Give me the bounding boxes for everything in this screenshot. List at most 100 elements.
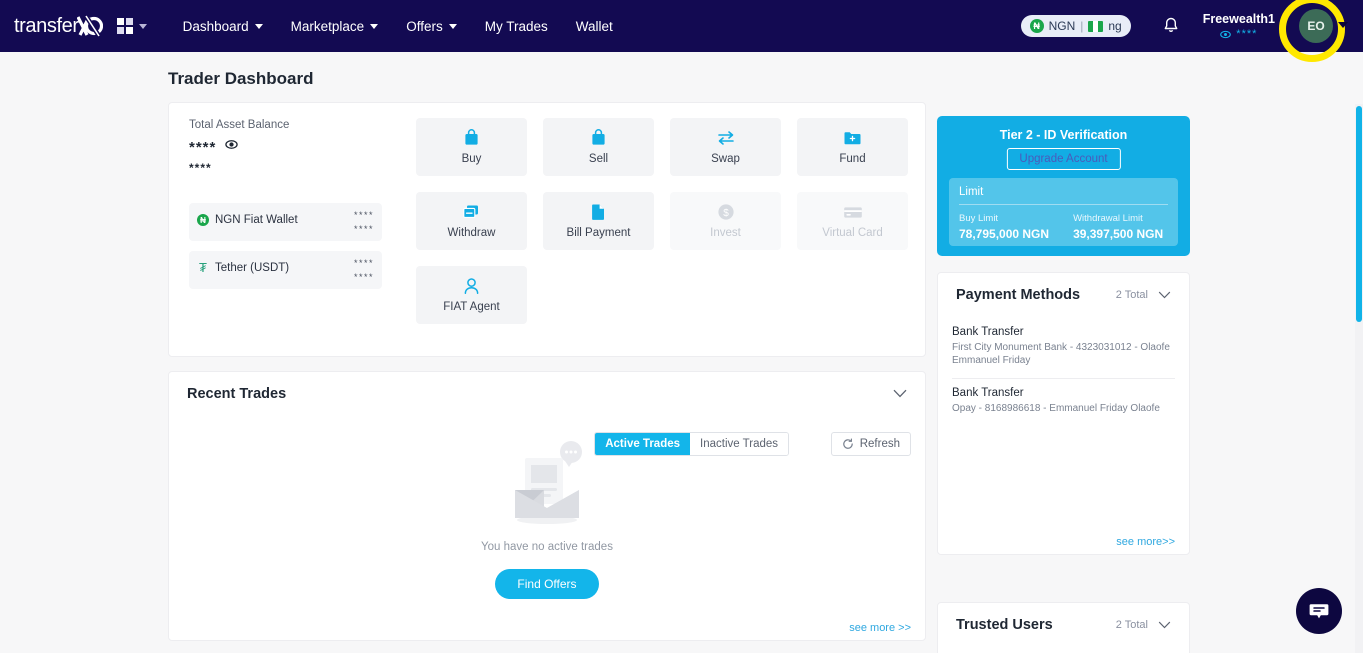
shopping-bag-icon bbox=[463, 129, 480, 147]
limit-box: Limit Buy Limit 78,795,000 NGN Withdrawa… bbox=[949, 178, 1178, 246]
nav-item-dashboard[interactable]: Dashboard bbox=[169, 13, 277, 40]
action-invest: $ Invest bbox=[670, 192, 781, 250]
action-bill-payment[interactable]: Bill Payment bbox=[543, 192, 654, 250]
chevron-down-icon[interactable] bbox=[893, 385, 907, 403]
wallet-sub-masked: **** bbox=[353, 224, 374, 234]
count-and-chevron: 2 Total bbox=[1116, 616, 1171, 634]
empty-state-text: You have no active trades bbox=[481, 541, 613, 553]
find-offers-button[interactable]: Find Offers bbox=[495, 569, 599, 599]
page-scrollbar-thumb[interactable] bbox=[1356, 106, 1362, 322]
chevron-down-icon bbox=[448, 23, 457, 29]
action-fiat-agent[interactable]: FIAT Agent bbox=[416, 266, 527, 324]
user-balance-masked: **** bbox=[1236, 28, 1258, 40]
divider bbox=[952, 378, 1175, 379]
grid-apps-icon bbox=[116, 18, 133, 34]
wallet-amount-masked: **** bbox=[353, 210, 374, 220]
eye-icon bbox=[1220, 30, 1232, 38]
top-navbar: transfer Dashboard Marketplace Offers My… bbox=[0, 0, 1363, 62]
buy-limit-value: 78,795,000 NGN bbox=[959, 227, 1050, 241]
action-buy[interactable]: Buy bbox=[416, 118, 527, 176]
user-icon bbox=[463, 277, 480, 295]
wallet-amounts: **** **** bbox=[354, 256, 374, 284]
currency-selector[interactable]: ₦ NGN | ng bbox=[1020, 15, 1131, 37]
wallet-row-usdt[interactable]: ₮ Tether (USDT) **** **** bbox=[189, 251, 382, 289]
total-asset-balance-row: **** bbox=[189, 138, 239, 156]
naira-coin-icon: ₦ bbox=[1029, 19, 1044, 33]
avatar[interactable]: EO bbox=[1299, 9, 1333, 43]
brand-logo[interactable]: transfer bbox=[14, 15, 103, 38]
withdraw-cards-icon bbox=[462, 203, 481, 221]
action-fund[interactable]: Fund bbox=[797, 118, 908, 176]
action-sell[interactable]: Sell bbox=[543, 118, 654, 176]
trusted-users-count: 2 Total bbox=[1115, 619, 1148, 631]
balance-and-actions-card: Total Asset Balance **** **** ₦ NGN Fiat… bbox=[168, 102, 926, 357]
apps-grid-button[interactable] bbox=[116, 18, 147, 34]
payment-method-item[interactable]: Bank Transfer Opay - 8168986618 - Emmanu… bbox=[952, 387, 1175, 415]
limit-title: Limit bbox=[959, 186, 984, 198]
section-title: Trusted Users bbox=[956, 617, 1053, 633]
wallet-label: Tether (USDT) bbox=[215, 262, 290, 274]
tier-verification-card: Tier 2 - ID Verification Upgrade Account… bbox=[937, 116, 1190, 256]
trusted-users-card: Trusted Users 2 Total EU Lexa bbox=[937, 602, 1190, 653]
nav-label: Dashboard bbox=[182, 18, 249, 34]
action-label: Bill Payment bbox=[566, 227, 631, 239]
limit-divider bbox=[959, 204, 1168, 205]
action-virtual-card: Virtual Card bbox=[797, 192, 908, 250]
nav-label: Marketplace bbox=[290, 18, 365, 34]
chevron-down-icon[interactable] bbox=[1158, 286, 1171, 304]
document-icon bbox=[591, 203, 606, 221]
wallet-amounts: **** **** bbox=[354, 208, 374, 236]
action-label: Withdraw bbox=[447, 227, 496, 239]
payment-method-item[interactable]: Bank Transfer First City Monument Bank -… bbox=[952, 326, 1175, 367]
buy-limit-label: Buy Limit bbox=[959, 213, 999, 224]
action-label: Virtual Card bbox=[822, 227, 883, 239]
wallet-name-wrap: ₮ Tether (USDT) bbox=[197, 260, 290, 275]
chevron-down-icon bbox=[370, 23, 379, 29]
primary-nav: Dashboard Marketplace Offers My Trades W… bbox=[169, 13, 627, 40]
action-label: Swap bbox=[711, 153, 740, 165]
balance-eye-toggle[interactable] bbox=[225, 138, 239, 156]
wallet-amount-masked: **** bbox=[353, 258, 374, 268]
notification-bell-icon bbox=[1164, 17, 1178, 33]
page-body: Trader Dashboard Total Asset Balance ***… bbox=[0, 52, 1363, 653]
see-more-trades-link[interactable]: see more >> bbox=[849, 622, 911, 634]
action-swap[interactable]: Swap bbox=[670, 118, 781, 176]
swap-arrows-icon bbox=[716, 129, 736, 147]
wallet-row-ngn[interactable]: ₦ NGN Fiat Wallet **** **** bbox=[189, 203, 382, 241]
chat-widget-button[interactable] bbox=[1296, 588, 1342, 634]
action-label: Fund bbox=[839, 153, 866, 165]
nav-item-wallet[interactable]: Wallet bbox=[562, 13, 627, 40]
balance-primary-masked: **** bbox=[189, 138, 217, 156]
user-menu[interactable]: Freewealth1 **** bbox=[1203, 0, 1275, 52]
payment-method-title: Bank Transfer bbox=[952, 326, 1024, 338]
tether-coin-icon: ₮ bbox=[199, 260, 207, 275]
section-title: Payment Methods bbox=[956, 287, 1081, 303]
nav-item-marketplace[interactable]: Marketplace bbox=[277, 13, 393, 40]
transferxo-x-logo-icon bbox=[76, 15, 103, 37]
user-balance[interactable]: **** bbox=[1220, 28, 1257, 40]
quick-actions-grid: Buy Sell Swap Fund Withdraw Bill Payment… bbox=[416, 118, 908, 324]
nigeria-flag-icon bbox=[1088, 20, 1104, 32]
avatar-zone[interactable]: EO bbox=[1279, 0, 1353, 62]
nav-item-offers[interactable]: Offers bbox=[392, 13, 471, 40]
action-withdraw[interactable]: Withdraw bbox=[416, 192, 527, 250]
eye-icon bbox=[225, 140, 239, 149]
tier-title: Tier 2 - ID Verification bbox=[999, 128, 1128, 142]
nav-item-my-trades[interactable]: My Trades bbox=[471, 13, 562, 40]
ngn-coin-icon: ₦ bbox=[197, 214, 209, 226]
payment-methods-header: Payment Methods 2 Total bbox=[938, 273, 1189, 317]
see-more-payment-methods-link[interactable]: see more>> bbox=[1116, 536, 1175, 548]
payment-method-details: Opay - 8168986618 - Emmanuel Friday Olao… bbox=[952, 403, 1160, 414]
upgrade-account-button[interactable]: Upgrade Account bbox=[1006, 148, 1121, 170]
notification-bell-button[interactable] bbox=[1163, 17, 1179, 35]
country-code: ng bbox=[1108, 19, 1122, 33]
action-label: Buy bbox=[461, 153, 482, 165]
payment-methods-count: 2 Total bbox=[1115, 289, 1148, 301]
nav-label: My Trades bbox=[484, 18, 548, 34]
buy-limit-col: Buy Limit 78,795,000 NGN bbox=[959, 213, 1049, 241]
nav-label: Offers bbox=[406, 18, 443, 34]
action-label: FIAT Agent bbox=[443, 301, 500, 313]
svg-text:$: $ bbox=[723, 208, 729, 219]
payment-method-title: Bank Transfer bbox=[952, 387, 1024, 399]
chevron-down-icon[interactable] bbox=[1158, 616, 1171, 634]
